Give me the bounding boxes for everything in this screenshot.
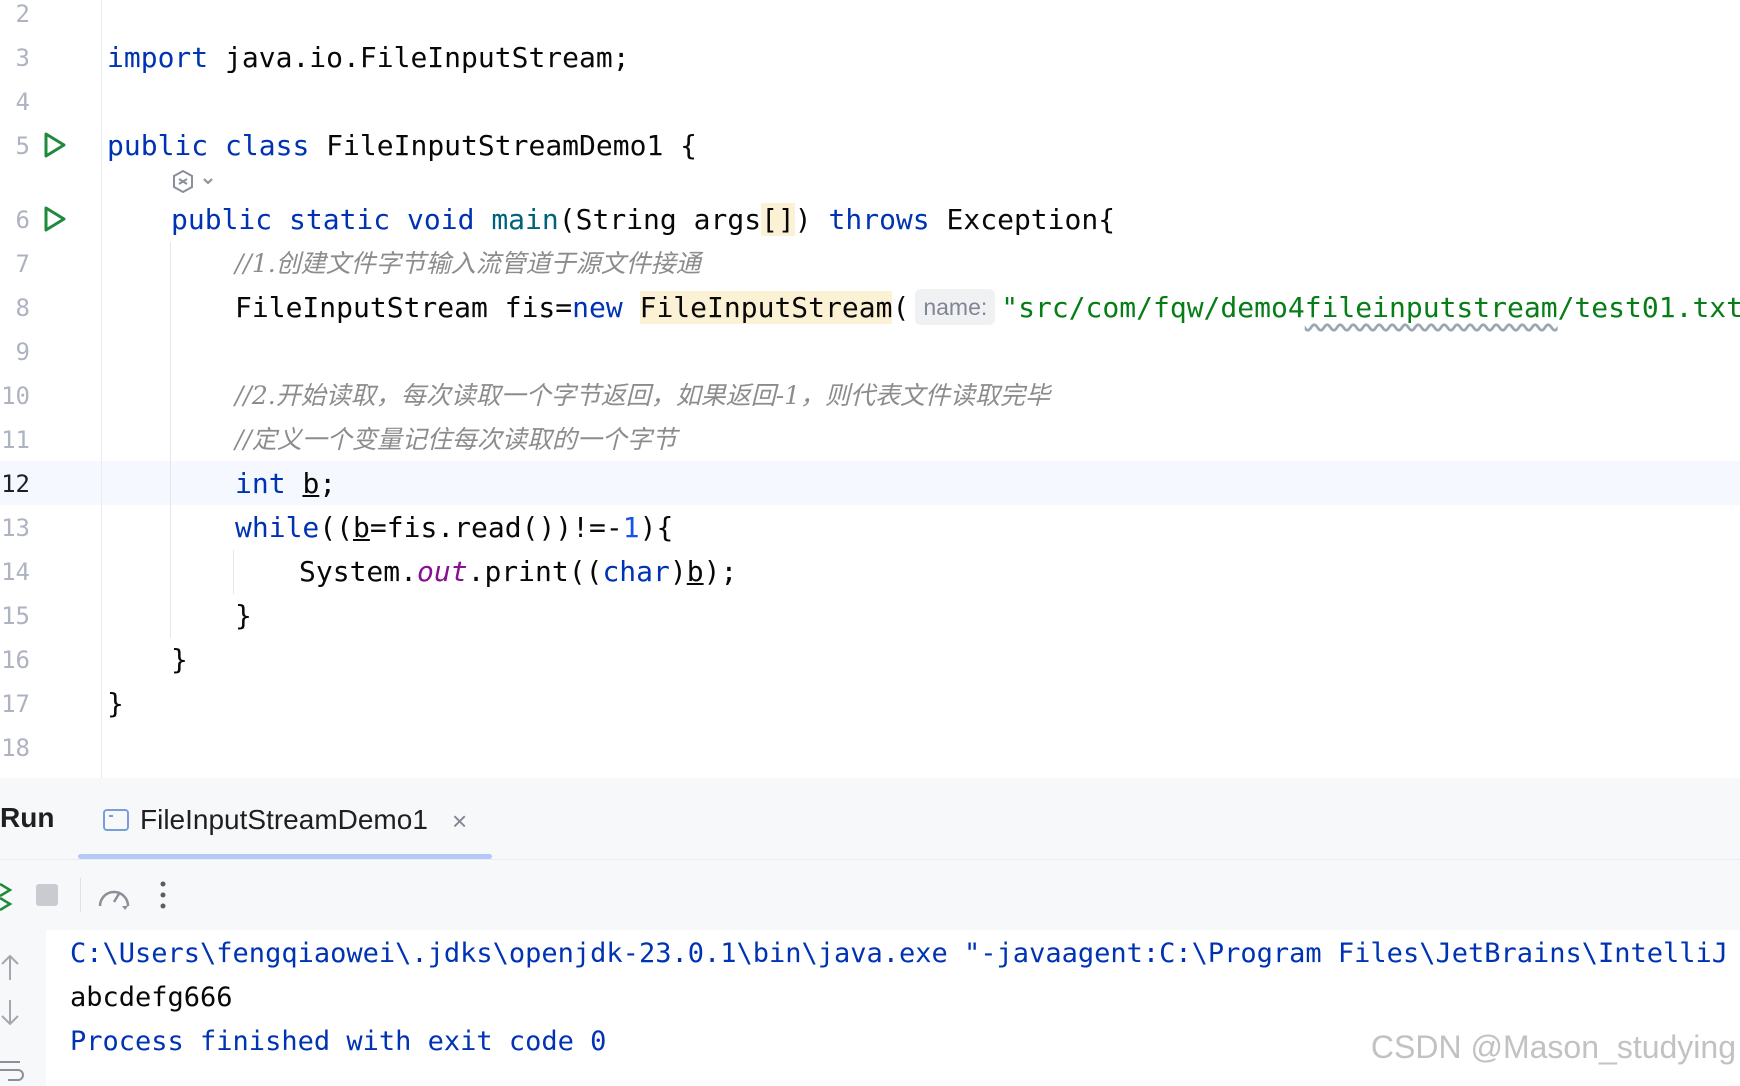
line-number: 17 <box>1 690 30 718</box>
watermark: CSDN @Mason_studying <box>1370 1029 1736 1065</box>
console-tab-icon <box>103 809 129 831</box>
line-number: 7 <box>15 250 30 278</box>
chevron-down-icon <box>203 178 213 185</box>
code-line-5: public class FileInputStreamDemo1 { <box>107 129 698 162</box>
line-number-current: 12 <box>1 470 30 498</box>
indent-guide <box>170 242 171 638</box>
line-number: 14 <box>1 558 30 586</box>
run-toolbar <box>0 860 1740 930</box>
line-number: 8 <box>15 294 30 322</box>
gutter-divider <box>101 0 102 778</box>
run-gutter-icon[interactable] <box>40 131 68 159</box>
line-number: 6 <box>15 206 30 234</box>
line-number: 13 <box>1 514 30 542</box>
scroll-down-icon[interactable] <box>0 998 22 1028</box>
run-panel-title: Run <box>0 802 55 833</box>
toolbar-separator <box>80 878 81 912</box>
console-exit-message: Process finished with exit code 0 <box>70 1026 607 1057</box>
console-command-line: C:\Users\fengqiaowei\.jdks\openjdk-23.0.… <box>70 938 1740 969</box>
scroll-up-icon[interactable] <box>0 952 22 982</box>
more-icon[interactable] <box>158 880 168 910</box>
code-line-3: import java.io.FileInputStream; <box>107 41 630 74</box>
console-side-toolbar <box>0 930 46 1086</box>
run-tool-window: Run FileInputStreamDemo1 × C:\Users\feng… <box>0 778 1740 1086</box>
line-number: 18 <box>1 734 30 762</box>
run-gutter-icon[interactable] <box>40 205 68 233</box>
soft-wrap-icon[interactable] <box>0 1058 24 1084</box>
run-tab-label: FileInputStreamDemo1 <box>140 804 428 835</box>
code-editor[interactable]: 2 3 4 5 6 7 8 9 10 11 12 13 14 15 16 17 … <box>0 0 1740 778</box>
code-line-14: System.out.print((char)b); <box>299 555 738 588</box>
code-line-12: int b; <box>235 467 337 500</box>
line-number: 15 <box>1 602 30 630</box>
code-line-15: } <box>235 599 252 632</box>
comment-line-7: //1.创建文件字节输入流管道于源文件接通 <box>235 249 701 278</box>
line-number: 10 <box>1 382 30 410</box>
line-number: 9 <box>15 338 30 366</box>
run-header: Run FileInputStreamDemo1 × <box>0 778 1740 859</box>
code-line-17: } <box>107 687 124 720</box>
rerun-icon[interactable] <box>0 880 14 912</box>
line-number: 4 <box>15 88 30 116</box>
profiler-icon[interactable] <box>96 880 132 912</box>
ai-assistant-icon[interactable] <box>170 168 220 196</box>
code-line-6: public static void main(String args[]) t… <box>171 203 1116 236</box>
code-line-8: FileInputStream fis=new FileInputStream(… <box>235 289 1740 325</box>
parameter-hint: name: <box>915 289 996 325</box>
console-program-output: abcdefg666 <box>70 982 233 1013</box>
line-number: 16 <box>1 646 30 674</box>
indent-guide <box>233 550 234 594</box>
code-line-16: } <box>171 643 188 676</box>
code-line-13: while((b=fis.read())!=-1){ <box>235 511 674 544</box>
line-number: 3 <box>15 44 30 72</box>
line-number: 11 <box>1 426 30 454</box>
stop-icon[interactable] <box>34 882 60 908</box>
comment-line-11: //定义一个变量记住每次读取的一个字节 <box>235 425 677 454</box>
close-icon[interactable]: × <box>452 806 467 837</box>
line-number: 5 <box>15 132 30 160</box>
comment-line-10: //2.开始读取，每次读取一个字节返回，如果返回-1，则代表文件读取完毕 <box>235 381 1051 410</box>
line-number: 2 <box>15 0 30 28</box>
